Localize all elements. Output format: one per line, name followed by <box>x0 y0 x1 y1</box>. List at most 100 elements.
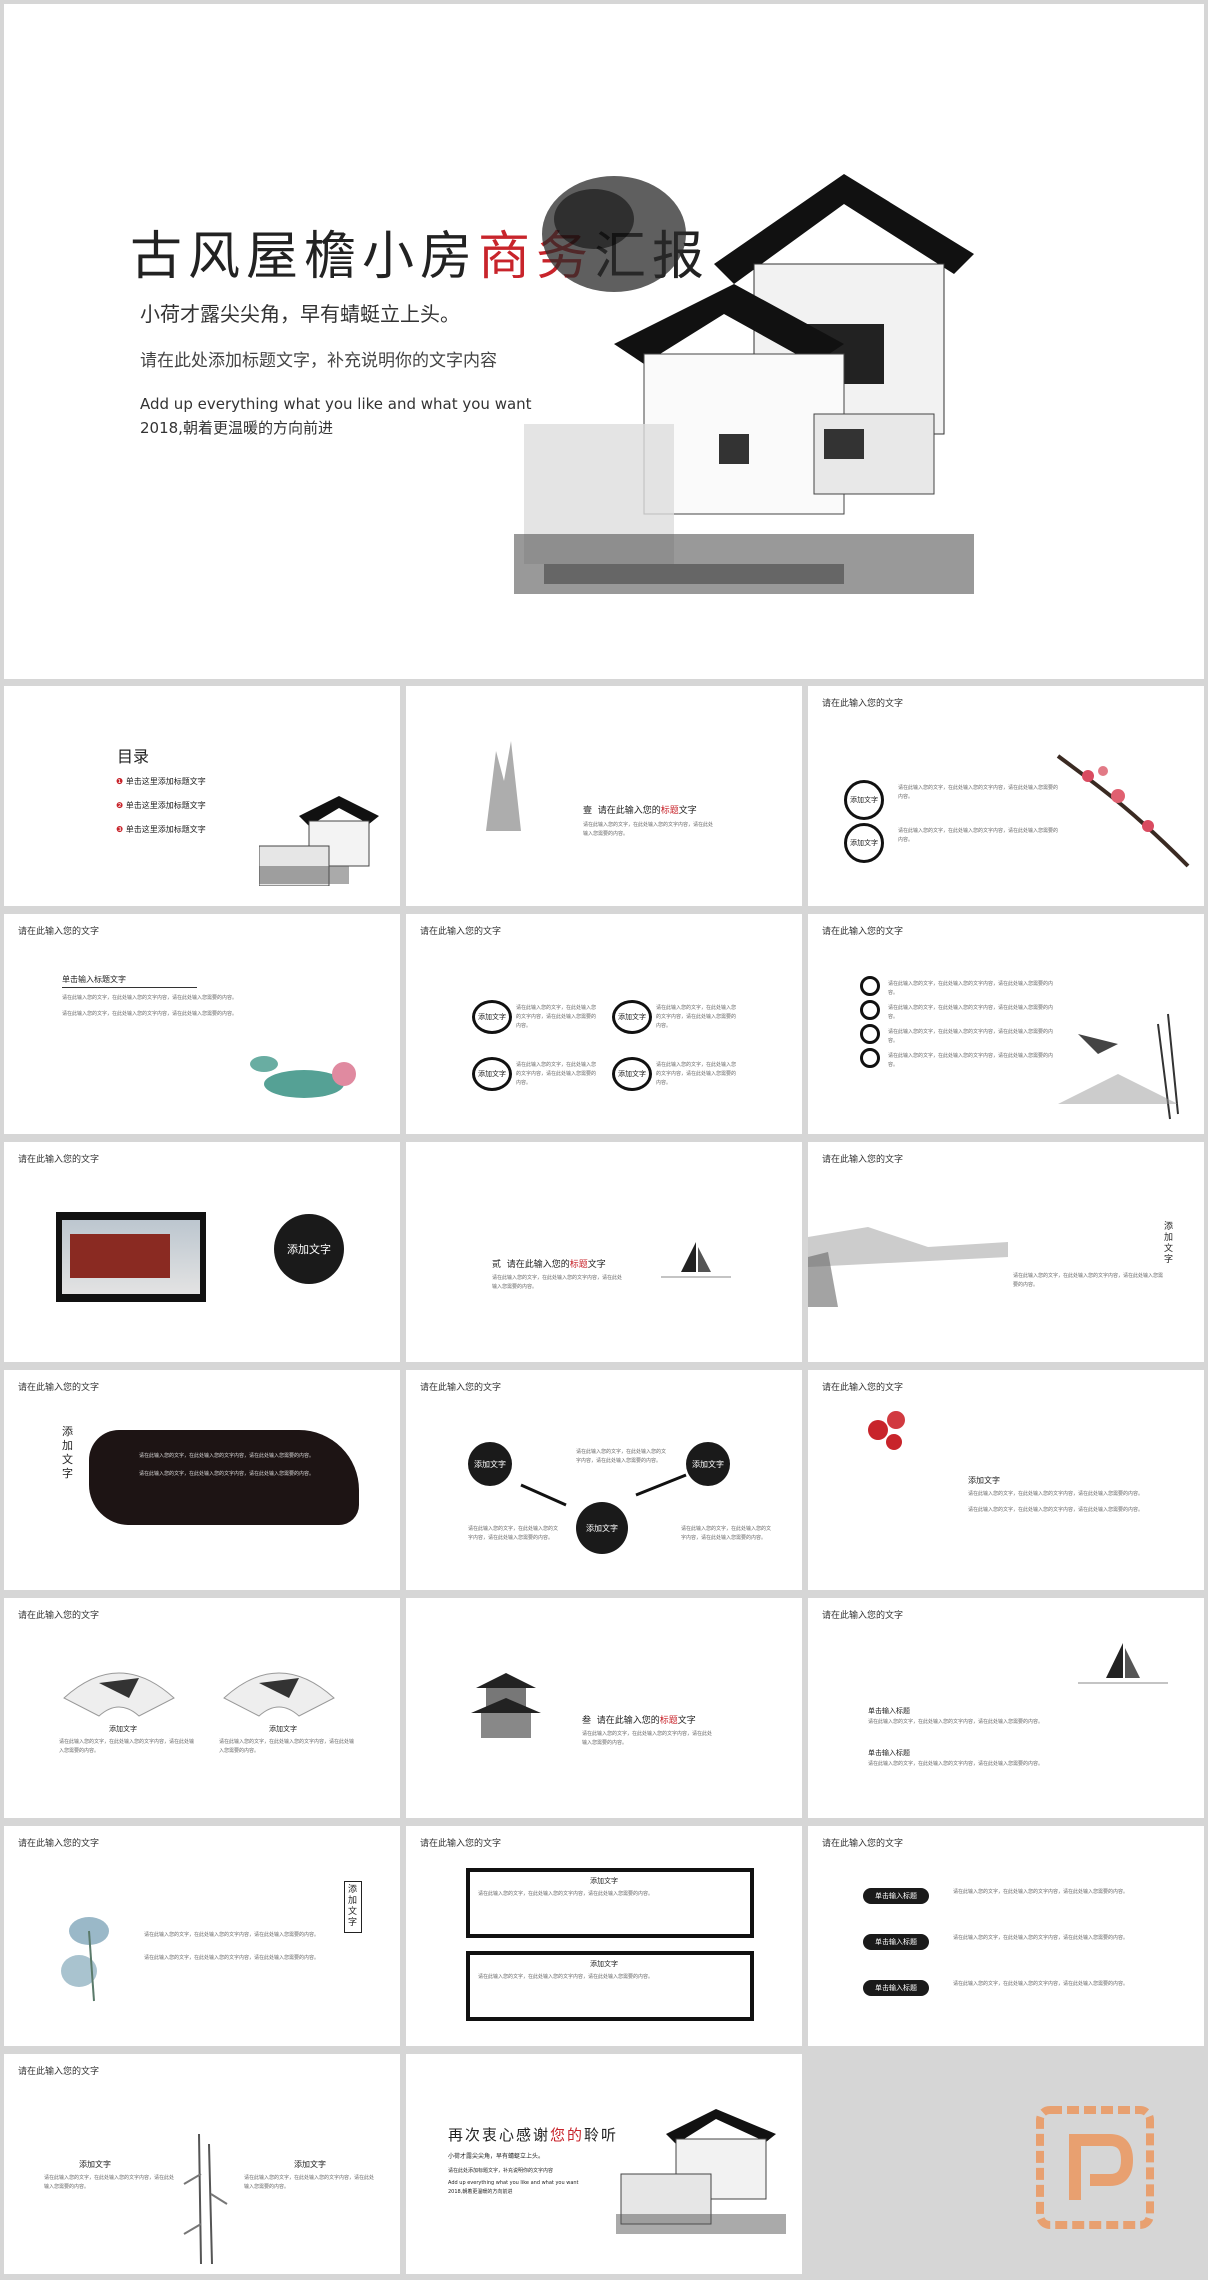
slide-header: 请在此输入您的文字 <box>822 1839 904 1849</box>
slide-header: 请在此输入您的文字 <box>18 1383 100 1393</box>
slide-header: 请在此输入您的文字 <box>18 1611 100 1621</box>
body-text: 请在此输入您的文字，在此处输入您的文字内容，请在此处输入您需要的内容。 <box>953 1981 1129 1987</box>
fan-painting-illustration <box>63 1672 175 1717</box>
slide-13[interactable]: 请在此输入您的文字 添加文字 添加文字 请在此输入您的文字，在此处输入您的文字内… <box>4 1598 400 1818</box>
ink-circle-label: 添加文字 <box>468 1442 512 1486</box>
body-text: 请在此输入您的文字，在此处输入您的文字内容，请在此处输入您需要的内容。 <box>44 2175 175 2190</box>
slide-section-1[interactable]: 壹 请在此输入您的标题文字 请在此输入您的文字，在此处输入您的文字内容，请在此处… <box>406 686 802 906</box>
block-title: 添加文字 <box>968 1476 1000 1485</box>
body-text: 请在此输入您的文字，在此处输入您的文字内容，请在此处输入您需要的内容。 <box>888 981 1054 996</box>
body-text: 请在此输入您的文字，在此处输入您的文字内容，请在此处输入您需要的内容。 <box>953 1935 1129 1941</box>
body-text: 请在此输入您的文字，在此处输入您的文字内容，请在此处输入您需要的内容。 <box>468 1526 559 1541</box>
block-title: 添加文字 <box>269 1725 297 1733</box>
slide-15[interactable]: 请在此输入您的文字 单击输入标题 请在此输入您的文字，在此处输入您的文字内容，请… <box>808 1598 1204 1818</box>
block-title: 添加文字 <box>294 2160 326 2169</box>
ink-frame-box: 添加文字 请在此输入您的文字，在此处输入您的文字内容，请在此处输入您需要的内容。 <box>466 1868 754 1938</box>
hero-subtitle: 小荷才露尖尖角，早有蜻蜓立上头。 <box>140 302 460 326</box>
body-text: 请在此输入您的文字，在此处输入您的文字内容，请在此处输入您需要的内容。 <box>62 995 238 1001</box>
pavilion-illustration <box>471 1673 541 1738</box>
body-text: 请在此输入您的文字，在此处输入您的文字内容，请在此处输入您需要的内容。 <box>681 1526 772 1541</box>
lantern-illustration <box>868 1411 905 1450</box>
slide-header: 请在此输入您的文字 <box>420 1383 502 1393</box>
arrow-icon <box>635 1473 687 1497</box>
slide-6[interactable]: 请在此输入您的文字 请在此输入您的文字，在此处输入您的文字内容，请在此处输入您需… <box>808 914 1204 1134</box>
section-title: 贰 请在此输入您的标题文字 <box>492 1260 606 1270</box>
slide-header: 请在此输入您的文字 <box>822 927 904 937</box>
toc-item[interactable]: ❶ 单击这里添加标题文字 <box>116 776 206 787</box>
hero-description: 请在此处添加标题文字，补充说明你的文字内容 <box>140 351 497 371</box>
hero-english-text: Add up everything what you like and what… <box>140 395 532 437</box>
body-text: 请在此输入您的文字，在此处输入您的文字内容，请在此处输入您需要的内容。 <box>62 1011 238 1017</box>
section-body: 请在此输入您的文字，在此处输入您的文字内容，请在此处输入您需要的内容。 <box>583 822 714 837</box>
body-text: 请在此输入您的文字，在此处输入您的文字内容，请在此处输入您需要的内容。 <box>144 1932 320 1938</box>
body-text: 请在此输入您的文字，在此处输入您的文字内容，请在此处输入您需要的内容。 <box>516 1005 597 1029</box>
body-text: 请在此输入您的文字，在此处输入您的文字内容，请在此处输入您需要的内容。 <box>898 828 1059 843</box>
slide-16[interactable]: 请在此输入您的文字 请在此输入您的文字，在此处输入您的文字内容，请在此处输入您需… <box>4 1826 400 2046</box>
slide-header: 请在此输入您的文字 <box>18 1839 100 1849</box>
slide-header: 请在此输入您的文字 <box>822 699 904 709</box>
body-text: 请在此输入您的文字，在此处输入您的文字内容，请在此处输入您需要的内容。 <box>576 1449 667 1464</box>
ink-circle-label: 添加文字 <box>472 1000 512 1034</box>
vertical-label: 添加文字 <box>344 1881 362 1933</box>
slide-closing[interactable]: 再次衷心感谢您的聆听 小荷才露尖尖角，早有蜻蜓立上头。 请在此处添加标题文字，补… <box>406 2054 802 2274</box>
ink-circle-label: 添加文字 <box>274 1214 344 1284</box>
body-text: 请在此输入您的文字，在此处输入您的文字内容，请在此处输入您需要的内容。 <box>516 1062 597 1086</box>
ink-circle-label: 添加文字 <box>686 1442 730 1486</box>
slide-header: 请在此输入您的文字 <box>420 927 502 937</box>
block-title: 添加文字 <box>79 2160 111 2169</box>
ink-circle-label: 添加文字 <box>576 1502 628 1554</box>
body-text: 请在此输入您的文字，在此处输入您的文字内容，请在此处输入您需要的内容。 <box>656 1005 737 1029</box>
slide-9[interactable]: 请在此输入您的文字 请在此输入您的文字，在此处输入您的文字内容，请在此处输入您需… <box>808 1142 1204 1362</box>
slide-section-2[interactable]: 贰 请在此输入您的标题文字 请在此输入您的文字，在此处输入您的文字内容，请在此处… <box>406 1142 802 1362</box>
body-text: 请在此输入您的文字，在此处输入您的文字内容，请在此处输入您需要的内容。 <box>868 1761 1044 1767</box>
slide-header: 请在此输入您的文字 <box>822 1155 904 1165</box>
slide-18[interactable]: 请在此输入您的文字 单击输入标题 单击输入标题 单击输入标题 请在此输入您的文字… <box>808 1826 1204 2046</box>
slide-subtitle: 单击输入标题文字 <box>62 975 126 984</box>
pagoda-photo <box>62 1220 200 1294</box>
slide-3[interactable]: 请在此输入您的文字 添加文字 添加文字 请在此输入您的文字，在此处输入您的文字内… <box>808 686 1204 906</box>
vertical-label: 添加文字 <box>62 1425 73 1480</box>
closing-description: 请在此处添加标题文字，补充说明你的文字内容 <box>448 2168 554 2174</box>
body-text: 请在此输入您的文字，在此处输入您的文字内容，请在此处输入您需要的内容。 <box>656 1062 737 1086</box>
slide-4[interactable]: 请在此输入您的文字 单击输入标题文字 请在此输入您的文字，在此处输入您的文字内容… <box>4 914 400 1134</box>
title-slide[interactable]: 古风屋檐小房商务汇报 小荷才露尖尖角，早有蜻蜓立上头。 请在此处添加标题文字，补… <box>4 4 1204 679</box>
closing-subtitle: 小荷才露尖尖角，早有蜻蜓立上头。 <box>448 2153 545 2160</box>
bullet-circle <box>860 976 880 996</box>
slide-11[interactable]: 请在此输入您的文字 添加文字 添加文字 添加文字 请在此输入您的文字，在此处输入… <box>406 1370 802 1590</box>
bamboo-illustration <box>183 2134 228 2264</box>
ink-frame-box: 添加文字 请在此输入您的文字，在此处输入您的文字内容，请在此处输入您需要的内容。 <box>466 1951 754 2021</box>
slide-5[interactable]: 请在此输入您的文字 添加文字 添加文字 添加文字 添加文字 请在此输入您的文字，… <box>406 914 802 1134</box>
slide-header: 请在此输入您的文字 <box>18 1155 100 1165</box>
body-text: 请在此输入您的文字，在此处输入您的文字内容，请在此处输入您需要的内容。 <box>888 1029 1054 1044</box>
block-title: 单击输入标题 <box>868 1749 910 1757</box>
slide-section-3[interactable]: 叁 请在此输入您的标题文字 请在此输入您的文字，在此处输入您的文字内容，请在此处… <box>406 1598 802 1818</box>
slide-toc[interactable]: 目录 ❶ 单击这里添加标题文字 ❷ 单击这里添加标题文字 ❸ 单击这里添加标题文… <box>4 686 400 906</box>
block-title: 单击输入标题 <box>868 1707 910 1715</box>
slide-header: 请在此输入您的文字 <box>822 1611 904 1621</box>
fan-painting-illustration <box>223 1672 335 1717</box>
slide-17[interactable]: 请在此输入您的文字 添加文字 请在此输入您的文字，在此处输入您的文字内容，请在此… <box>406 1826 802 2046</box>
slide-7[interactable]: 请在此输入您的文字 添加文字 <box>4 1142 400 1362</box>
lotus-illustration <box>250 1056 356 1098</box>
body-text: 请在此输入您的文字，在此处输入您的文字内容，请在此处输入您需要的内容。 <box>888 1005 1054 1020</box>
bullet-circle <box>860 1000 880 1020</box>
crane-bamboo-illustration <box>1058 1013 1179 1120</box>
body-text: 请在此输入您的文字，在此处输入您的文字内容，请在此处输入您需要的内容。 <box>968 1491 1144 1497</box>
section-body: 请在此输入您的文字，在此处输入您的文字内容，请在此处输入您需要的内容。 <box>582 1731 713 1746</box>
toc-item[interactable]: ❸ 单击这里添加标题文字 <box>116 824 206 835</box>
body-text: 请在此输入您的文字，在此处输入您的文字内容，请在此处输入您需要的内容。 <box>219 1739 355 1754</box>
arrow-icon <box>520 1483 567 1507</box>
bullet-circle <box>860 1024 880 1044</box>
toc-item[interactable]: ❷ 单击这里添加标题文字 <box>116 800 206 811</box>
ink-circle-label: 添加文字 <box>472 1057 512 1091</box>
slide-header: 请在此输入您的文字 <box>822 1383 904 1393</box>
slide-12[interactable]: 请在此输入您的文字 添加文字 请在此输入您的文字，在此处输入您的文字内容，请在此… <box>808 1370 1204 1590</box>
block-title: 添加文字 <box>109 1725 137 1733</box>
plum-blossom-illustration <box>1056 754 1190 868</box>
slide-19[interactable]: 请在此输入您的文字 添加文字 添加文字 请在此输入您的文字，在此处输入您的文字内… <box>4 2054 400 2274</box>
closing-english-text: Add up everything what you like and what… <box>448 2180 579 2186</box>
section-title: 叁 请在此输入您的标题文字 <box>582 1716 696 1726</box>
closing-year-text: 2018,朝着更温暖的方向前进 <box>448 2189 513 2195</box>
slide-10[interactable]: 请在此输入您的文字 添加文字 请在此输入您的文字，在此处输入您的文字内容，请在此… <box>4 1370 400 1590</box>
ink-circle-label: 添加文字 <box>612 1000 652 1034</box>
